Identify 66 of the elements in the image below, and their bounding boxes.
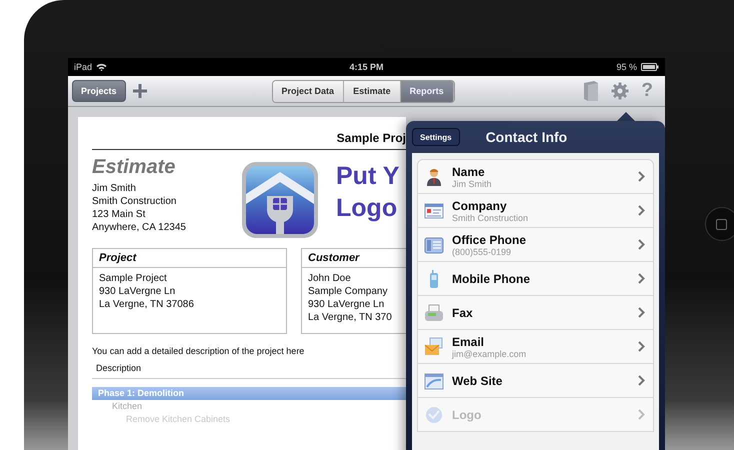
web-page-icon (424, 370, 444, 390)
chevron-icon (638, 171, 645, 182)
document-heading: Estimate (92, 156, 176, 179)
contractor-line: Jim Smith (92, 182, 137, 195)
battery-percent: 95 % (616, 62, 637, 72)
description-label: Description (92, 356, 406, 379)
device-name: iPad (74, 62, 92, 72)
contact-field-label: Office Phone (452, 232, 528, 246)
chevron-icon (638, 307, 645, 318)
contact-row[interactable]: Company Smith Construction (417, 194, 654, 228)
contact-field-value: (800)555-0199 (452, 246, 512, 256)
contractor-line: 123 Main St (92, 208, 146, 221)
book-icon[interactable] (583, 80, 600, 102)
add-icon[interactable] (132, 83, 148, 99)
back-button[interactable]: Settings (412, 128, 460, 146)
battery-icon (640, 63, 659, 71)
chevron-icon (638, 375, 645, 386)
home-button[interactable] (704, 207, 734, 241)
contact-row[interactable]: Email jim@example.com (417, 330, 654, 364)
address-line: La Vergne, TN 370 (308, 311, 393, 324)
settings-icon[interactable] (611, 82, 630, 100)
chevron-icon (638, 273, 645, 284)
box-heading: Project (93, 249, 286, 268)
address-line: John Doe (308, 272, 352, 285)
popover-title: Contact Info (486, 129, 568, 145)
contact-row[interactable]: Fax (417, 296, 654, 330)
address-line: 930 LaVergne Ln (99, 285, 176, 298)
business-card-icon (424, 200, 444, 220)
contact-field-value: Smith Construction (452, 212, 530, 222)
contact-row[interactable]: Office Phone (800)555-0199 (417, 228, 654, 262)
projects-button[interactable]: Projects (72, 80, 126, 102)
contact-field-label: Mobile Phone (452, 272, 531, 286)
address-line: La Vergne, TN 37086 (99, 298, 195, 311)
contact-field-label: Web Site (452, 374, 504, 388)
wifi-icon (96, 63, 108, 71)
checkmark-circle-icon (424, 404, 444, 424)
contact-field-label: Company (452, 198, 508, 212)
contractor-line: Anywhere, CA 12345 (92, 221, 187, 234)
contractor-line: Smith Construction (92, 195, 178, 208)
contact-row[interactable]: Mobile Phone (417, 262, 654, 296)
contact-field-label: Logo (452, 408, 482, 422)
chevron-icon (638, 239, 645, 250)
contact-field-label: Name (452, 164, 486, 178)
logo-placeholder-text: Put Y (336, 161, 400, 192)
description-hint: You can add a detailed description of the project here (92, 346, 306, 356)
address-line: 930 LaVergne Ln (308, 298, 386, 311)
chevron-icon (638, 409, 645, 420)
address-line: Sample Company (308, 285, 388, 298)
view-tab[interactable]: Estimate (344, 80, 401, 102)
chevron-icon (638, 341, 645, 352)
contact-row[interactable]: Name Jim Smith (417, 159, 654, 194)
contact-field-label: Email (452, 334, 486, 348)
document-title: Sample Proj (336, 131, 406, 145)
contact-row[interactable]: Web Site (417, 364, 654, 398)
desk-phone-icon (424, 234, 444, 254)
chevron-icon (638, 205, 645, 216)
address-line: Sample Project (99, 272, 168, 285)
logo-placeholder-text: Logo (336, 193, 398, 224)
person-icon (424, 166, 444, 186)
email-icon (424, 336, 444, 356)
view-tab[interactable]: Project Data (272, 80, 344, 102)
contact-field-value: Jim Smith (452, 178, 493, 188)
contact-field-value: jim@example.com (452, 348, 528, 358)
fax-machine-icon (424, 302, 444, 322)
contact-field-label: Fax (452, 306, 474, 320)
clock-time: 4:15 PM (349, 62, 384, 72)
